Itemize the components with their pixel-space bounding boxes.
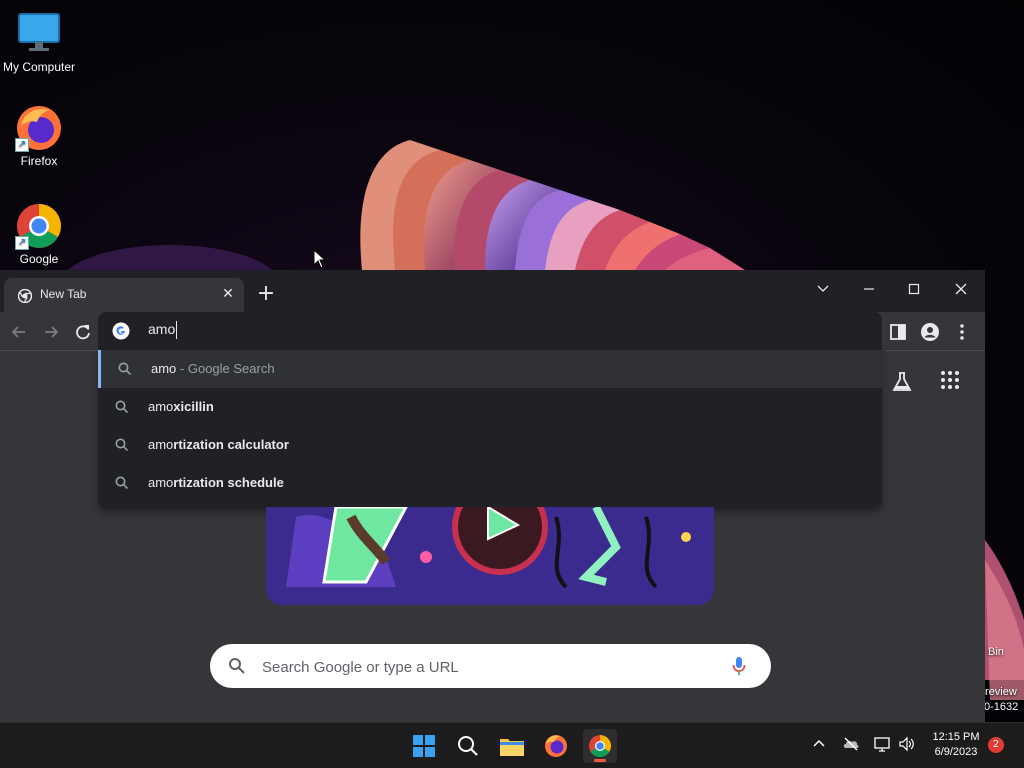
desktop-icon-label: My Computer bbox=[2, 60, 76, 74]
watermark-preview-text: review bbox=[985, 686, 1017, 698]
omnibox-suggestions: amo - Google Search amoxicillin amortiza… bbox=[98, 350, 885, 508]
chrome-favicon-icon bbox=[17, 288, 33, 304]
desktop-icon-my-computer[interactable]: My Computer bbox=[0, 10, 78, 74]
notification-badge[interactable]: 2 bbox=[988, 737, 1004, 753]
tab-search-chevron-icon[interactable] bbox=[800, 274, 846, 304]
shortcut-arrow-icon: ↗ bbox=[15, 236, 29, 250]
active-app-indicator bbox=[594, 759, 606, 762]
monitor-icon bbox=[15, 10, 63, 58]
maximize-icon[interactable] bbox=[891, 274, 937, 304]
desktop-icon-label: Google bbox=[19, 252, 59, 266]
volume-icon[interactable] bbox=[897, 735, 915, 753]
desktop-icon-chrome[interactable]: ↗ Google bbox=[0, 202, 78, 266]
omnibox[interactable]: amo bbox=[98, 312, 882, 350]
onedrive-offline-icon[interactable] bbox=[842, 735, 860, 753]
recycle-bin-label[interactable]: Bin bbox=[988, 646, 1004, 658]
doodle-art bbox=[266, 507, 714, 605]
close-window-icon[interactable] bbox=[938, 274, 984, 304]
forward-arrow-icon[interactable] bbox=[40, 321, 62, 343]
desktop-icon-firefox[interactable]: ↗ Firefox bbox=[0, 104, 78, 168]
firefox-icon[interactable] bbox=[539, 729, 573, 763]
back-arrow-icon[interactable] bbox=[8, 321, 30, 343]
mouse-cursor-icon bbox=[313, 248, 327, 269]
chrome-taskbar-icon[interactable] bbox=[583, 729, 617, 763]
start-icon[interactable] bbox=[407, 729, 441, 763]
labs-flask-icon[interactable] bbox=[890, 370, 914, 394]
chrome-icon: ↗ bbox=[15, 202, 63, 250]
suggestion-text: amo - Google Search bbox=[151, 361, 275, 376]
search-icon bbox=[114, 475, 130, 491]
taskbar: 12:15 PM 6/9/2023 2 bbox=[0, 722, 1024, 768]
profile-avatar-icon[interactable] bbox=[920, 322, 940, 342]
search-icon bbox=[117, 361, 133, 377]
tab-close-icon[interactable]: ✕ bbox=[220, 286, 236, 302]
suggestion-item[interactable]: amortization schedule bbox=[98, 464, 882, 502]
tab-strip: New Tab ✕ + bbox=[0, 270, 985, 312]
suggestion-item[interactable]: amo - Google Search bbox=[98, 350, 885, 388]
tab-new-tab[interactable]: New Tab ✕ bbox=[4, 278, 244, 312]
google-g-icon bbox=[112, 322, 130, 340]
system-clock[interactable]: 12:15 PM 6/9/2023 bbox=[924, 730, 988, 760]
file-explorer-icon[interactable] bbox=[495, 729, 529, 763]
suggestion-item[interactable]: amortization calculator bbox=[98, 426, 882, 464]
new-tab-plus-icon[interactable]: + bbox=[255, 283, 277, 306]
shortcut-arrow-icon: ↗ bbox=[15, 138, 29, 152]
chevron-up-icon[interactable] bbox=[810, 735, 828, 753]
ntp-search-input[interactable] bbox=[260, 652, 724, 682]
search-icon bbox=[228, 657, 246, 675]
omnibox-input[interactable]: amo bbox=[148, 321, 178, 339]
network-icon[interactable] bbox=[873, 735, 891, 753]
tab-title: New Tab bbox=[40, 287, 87, 301]
clock-time: 12:15 PM bbox=[932, 731, 980, 743]
google-apps-grid-icon[interactable] bbox=[940, 370, 960, 390]
microphone-icon[interactable] bbox=[732, 656, 746, 676]
desktop-icon-label: Firefox bbox=[20, 154, 58, 168]
ntp-search-box[interactable] bbox=[210, 644, 771, 688]
menu-kebab-icon[interactable] bbox=[952, 322, 972, 342]
reload-icon[interactable] bbox=[72, 321, 94, 343]
side-panel-icon[interactable] bbox=[888, 322, 908, 342]
search-icon bbox=[114, 399, 130, 415]
google-doodle[interactable] bbox=[266, 507, 714, 605]
minimize-icon[interactable] bbox=[846, 274, 892, 304]
firefox-icon: ↗ bbox=[15, 104, 63, 152]
clock-date: 6/9/2023 bbox=[934, 746, 978, 758]
suggestion-text: amoxicillin bbox=[148, 399, 214, 414]
chrome-window: New Tab ✕ + amo amo - Google Search amox… bbox=[0, 270, 985, 722]
watermark-build-text: 0-1632 bbox=[984, 701, 1019, 713]
suggestion-item[interactable]: amoxicillin bbox=[98, 388, 882, 426]
suggestion-text: amortization calculator bbox=[148, 437, 289, 452]
search-icon bbox=[114, 437, 130, 453]
suggestion-text: amortization schedule bbox=[148, 475, 284, 490]
search-icon[interactable] bbox=[451, 729, 485, 763]
